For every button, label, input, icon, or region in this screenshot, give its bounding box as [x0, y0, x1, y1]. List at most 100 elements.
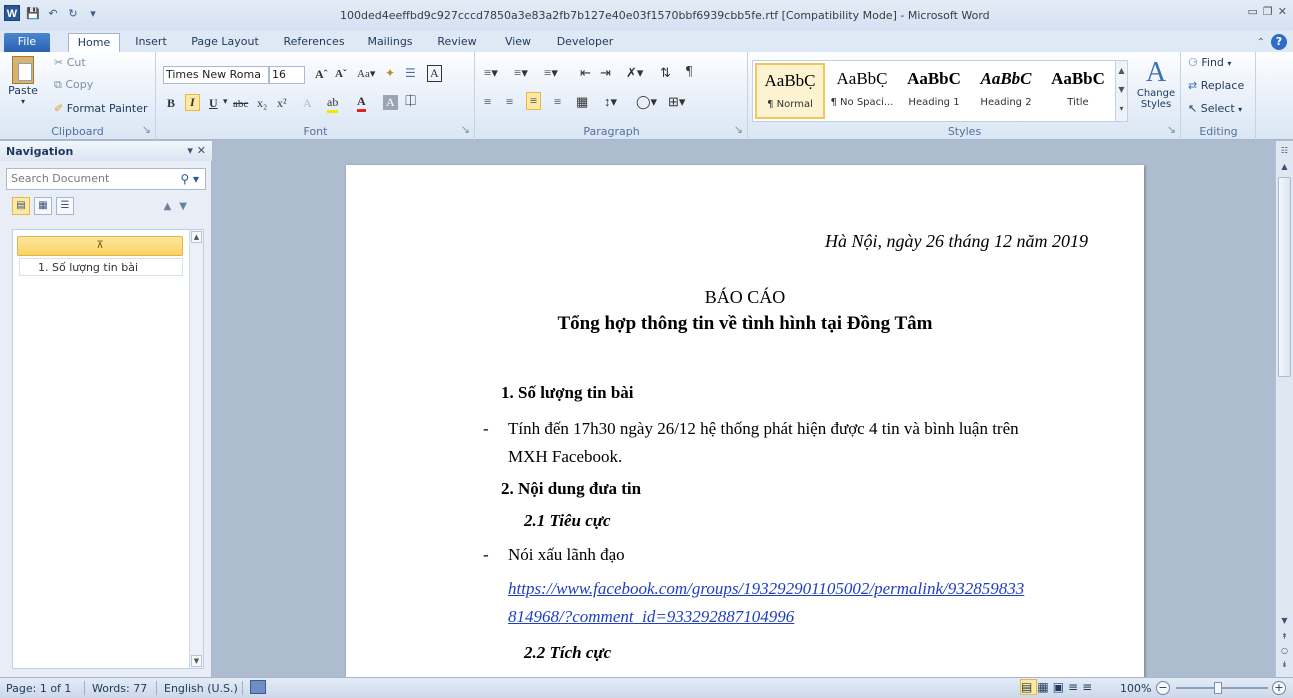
zoom-level[interactable]: 100% [1120, 682, 1151, 695]
multilevel-list-icon[interactable]: ≡▾ [544, 65, 558, 81]
style-no-spacing[interactable]: AaBbC̣ ¶ No Spaci... [827, 63, 897, 119]
superscript-icon[interactable]: x² [277, 96, 287, 111]
help-icon[interactable]: ? [1271, 34, 1287, 50]
dialog-launcher-icon[interactable]: ↘ [461, 123, 470, 136]
character-shading-icon[interactable]: A [383, 95, 398, 110]
grow-font-icon[interactable]: Aˆ [315, 67, 328, 82]
scroll-down-icon[interactable]: ▼ [1278, 615, 1291, 629]
doc-hyperlink[interactable]: https://www.facebook.com/groups/19329290… [508, 579, 1024, 599]
document-scrollbar[interactable]: ☷ ▲ ▼ ↟ ○ ↡ [1275, 141, 1293, 677]
tab-home[interactable]: Home [68, 33, 120, 52]
zoom-out-icon[interactable]: − [1156, 681, 1170, 695]
style-title[interactable]: AaBbC Title [1043, 63, 1113, 119]
distributed-icon[interactable]: ▦ [576, 94, 588, 110]
align-center-icon[interactable]: ≡ [506, 94, 513, 110]
strikethrough-icon[interactable]: abc [233, 98, 248, 110]
bullets-icon[interactable]: ≡▾ [484, 65, 498, 81]
chinese-layout-icon[interactable]: ✗▾ [626, 65, 643, 81]
dialog-launcher-icon[interactable]: ↘ [734, 123, 743, 136]
tab-review[interactable]: Review [432, 33, 482, 52]
select-button[interactable]: ↖ Select ▾ [1188, 102, 1242, 115]
underline-dropdown-icon[interactable]: ▾ [223, 96, 228, 107]
borders-icon[interactable]: ⊞▾ [668, 94, 685, 110]
nav-prev-next[interactable]: ▲▼ [164, 201, 195, 212]
scroll-up-icon[interactable]: ▲ [1278, 161, 1291, 175]
undo-icon[interactable]: ↶ [46, 7, 60, 20]
line-spacing-icon[interactable]: ↕▾ [604, 94, 617, 110]
decrease-indent-icon[interactable]: ⇤ [580, 65, 591, 81]
enclose-characters-icon[interactable]: ⎅ [405, 94, 416, 110]
text-effects-icon[interactable]: A [303, 96, 312, 111]
nav-scrollbar[interactable]: ▲ ▼ [189, 230, 203, 668]
minimize-ribbon-icon[interactable]: ⌃ [1257, 37, 1265, 48]
font-name-combo[interactable]: Times New Roma [163, 66, 269, 84]
previous-page-icon[interactable]: ↟ [1278, 631, 1291, 645]
search-document-input[interactable]: Search Document ⚲ ▾ [6, 168, 206, 190]
replace-button[interactable]: ⇄ Replace [1188, 79, 1244, 92]
tab-view[interactable]: View [498, 33, 538, 52]
macro-record-icon[interactable] [250, 680, 266, 694]
dialog-launcher-icon[interactable]: ↘ [142, 123, 151, 136]
underline-icon[interactable]: U [209, 96, 218, 111]
ruler-toggle-icon[interactable]: ☷ [1278, 145, 1291, 159]
show-marks-icon[interactable]: ¶ [686, 64, 692, 80]
subscript-icon[interactable]: x₂ [257, 96, 267, 111]
redo-icon[interactable]: ↻ [66, 7, 80, 20]
tab-page-layout[interactable]: Page Layout [186, 33, 264, 52]
dialog-launcher-icon[interactable]: ↘ [1167, 123, 1176, 136]
style-heading-1[interactable]: AaBbC Heading 1 [899, 63, 969, 119]
numbering-icon[interactable]: ≡▾ [514, 65, 528, 81]
change-case-icon[interactable]: Aa▾ [357, 67, 375, 80]
tab-developer[interactable]: Developer [552, 33, 618, 52]
tab-file[interactable]: File [4, 33, 50, 52]
paste-dropdown-icon[interactable]: ▾ [6, 97, 40, 106]
justify-icon[interactable]: ≡ [554, 94, 561, 110]
font-color-icon[interactable]: A [357, 94, 366, 112]
browse-object-icon[interactable]: ○ [1278, 645, 1291, 659]
tab-insert[interactable]: Insert [130, 33, 172, 52]
cut-button[interactable]: ✂ Cut [54, 56, 86, 69]
highlight-icon[interactable]: ab [327, 95, 339, 113]
sort-icon[interactable]: ⇅ [660, 65, 671, 81]
change-styles-button[interactable]: A Change Styles [1136, 58, 1176, 111]
next-page-icon[interactable]: ↡ [1278, 659, 1291, 673]
results-view-icon[interactable]: ☰ [56, 197, 74, 215]
align-left-icon[interactable]: ≡ [484, 94, 491, 110]
copy-button[interactable]: ⧉ Copy [54, 78, 93, 92]
save-icon[interactable]: 💾 [26, 7, 40, 20]
shrink-font-icon[interactable]: Aˇ [335, 68, 347, 80]
nav-heading-item[interactable]: 1. Số lượng tin bài [19, 258, 183, 276]
minimize-icon[interactable]: ▭ [1248, 5, 1258, 18]
page-count[interactable]: Page: 1 of 1 [6, 682, 71, 695]
zoom-slider[interactable] [1176, 687, 1268, 689]
draft-icon[interactable]: ≡ [1082, 680, 1096, 694]
tab-references[interactable]: References [278, 33, 350, 52]
customize-qat-icon[interactable]: ▾ [86, 7, 100, 20]
align-right-icon[interactable]: ≡ [526, 92, 542, 110]
italic-icon[interactable]: I [185, 94, 200, 111]
font-size-combo[interactable]: 16 [269, 66, 305, 84]
close-pane-icon[interactable]: ▾ ✕ [187, 144, 206, 157]
style-normal[interactable]: AaBbC̣ ¶ Normal [755, 63, 825, 119]
close-icon[interactable]: ✕ [1278, 5, 1287, 18]
word-app-icon[interactable]: W [4, 5, 20, 21]
scroll-up-icon[interactable]: ▲ [191, 231, 202, 243]
word-count[interactable]: Words: 77 [92, 682, 147, 695]
print-layout-icon[interactable]: ▤ [1020, 679, 1038, 695]
gallery-scroll[interactable]: ▲ ▼ ▾ [1115, 61, 1127, 121]
language[interactable]: English (U.S.) [164, 682, 238, 695]
pages-view-icon[interactable]: ▦ [34, 197, 52, 215]
scroll-down-icon[interactable]: ▼ [191, 655, 202, 667]
full-screen-icon[interactable]: ▦ [1037, 680, 1052, 694]
format-painter-button[interactable]: ✐ Format Painter [54, 102, 148, 115]
zoom-slider-knob[interactable] [1214, 682, 1222, 694]
tab-mailings[interactable]: Mailings [362, 33, 418, 52]
nav-collapse-all[interactable]: ⊼ [17, 236, 183, 256]
scroll-thumb[interactable] [1278, 177, 1291, 377]
find-button[interactable]: ⚆ Find ▾ [1188, 56, 1231, 69]
document-page[interactable]: Hà Nội, ngày 26 tháng 12 năm 2019 BÁO CÁ… [346, 165, 1144, 677]
restore-icon[interactable]: ❐ [1263, 5, 1273, 18]
search-icon[interactable]: ⚲ ▾ [180, 172, 199, 186]
web-layout-icon[interactable]: ▣ [1053, 680, 1068, 694]
phonetic-guide-icon[interactable]: ☰ [405, 66, 416, 81]
